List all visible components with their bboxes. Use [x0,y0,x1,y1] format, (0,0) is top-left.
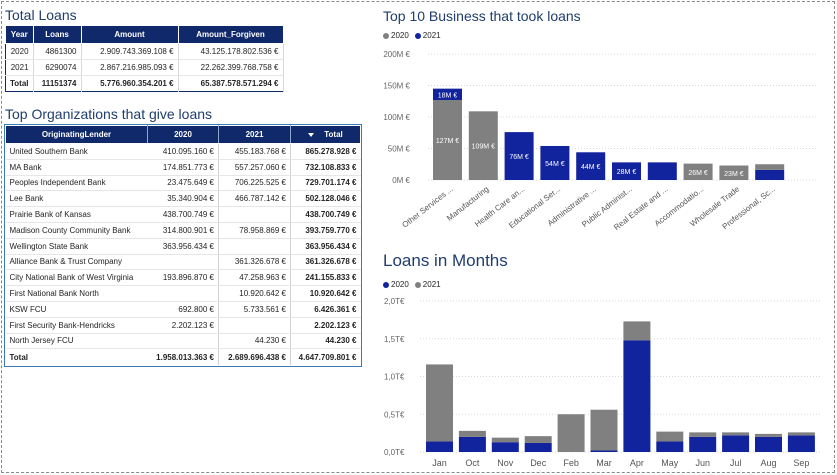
bar-2020-jan [426,364,453,442]
bar-2021-may [656,441,684,452]
bar-2020-feb [557,414,585,452]
bar-2020-may [656,431,684,442]
data-label: 26M € [688,170,708,177]
x-tick-label: Jun [695,458,710,468]
bar-2021-aug [755,436,782,452]
bar-2020-apr [623,321,651,341]
x-tick-label: Jan [432,458,447,468]
bar-2021-nov [491,442,519,452]
x-tick-label: Aug [760,458,776,468]
y-tick-label: 50M € [388,145,411,154]
bar-2021-jun [689,436,717,452]
x-tick-label: Feb [563,458,579,468]
x-tick-label: Jul [730,458,742,468]
y-tick-label: 100M € [383,113,410,122]
data-label: 44M € [581,164,601,171]
bar-2021-6 [647,162,677,180]
bar-2021-9 [755,169,785,180]
bar-2020-9 [755,164,785,170]
y-tick-label: 1,5T€ [384,335,405,344]
data-label: 54M € [545,161,565,168]
data-label: 76M € [509,154,529,161]
data-label: 109M € [472,144,495,151]
x-tick-label: Nov [497,458,514,468]
bar-2021-dec [524,442,552,452]
data-label: 23M € [724,171,744,178]
x-tick-label: Sep [793,458,809,468]
bar-2020-jun [689,432,717,437]
data-label: 28M € [617,169,637,176]
y-tick-label: 2,0T€ [384,297,405,306]
bar-2020-aug [755,433,782,437]
bar-2020-nov [491,437,519,443]
x-tick-label: May [661,458,679,468]
bar-2021-jul [722,435,750,452]
charts-canvas: 0M € 50M € 100M € 150M € 200M € 127M € 18M € Ot… [383,50,820,468]
data-label: 127M € [436,138,459,145]
x-tick-label: Mar [596,458,612,468]
bar-2021-oct [458,436,486,452]
bar-2020-mar [590,409,618,451]
bar-2020-dec [524,436,552,443]
bar-2021-sep [787,435,815,452]
y-tick-label: 200M € [383,50,410,59]
y-tick-label: 0,5T€ [384,410,405,419]
y-tick-label: 150M € [383,82,410,91]
y-tick-label: 1,0T€ [384,373,405,382]
bar-2021-apr [623,340,651,452]
x-tick-label: Oct [465,458,480,468]
x-tick-label: Dec [530,458,547,468]
bar-2021-jan [426,441,453,452]
bar-2020-sep [787,432,815,436]
data-label: 18M € [438,92,458,99]
bar-2020-oct [458,430,486,437]
y-tick-label: 0,0T€ [384,448,405,457]
y-tick-label: 0M € [392,176,410,185]
bar-2020-jul [722,432,750,436]
bar-2021-mar [590,450,618,452]
x-tick-label: Other Services ... [400,184,454,229]
x-tick-label: Apr [630,458,644,468]
